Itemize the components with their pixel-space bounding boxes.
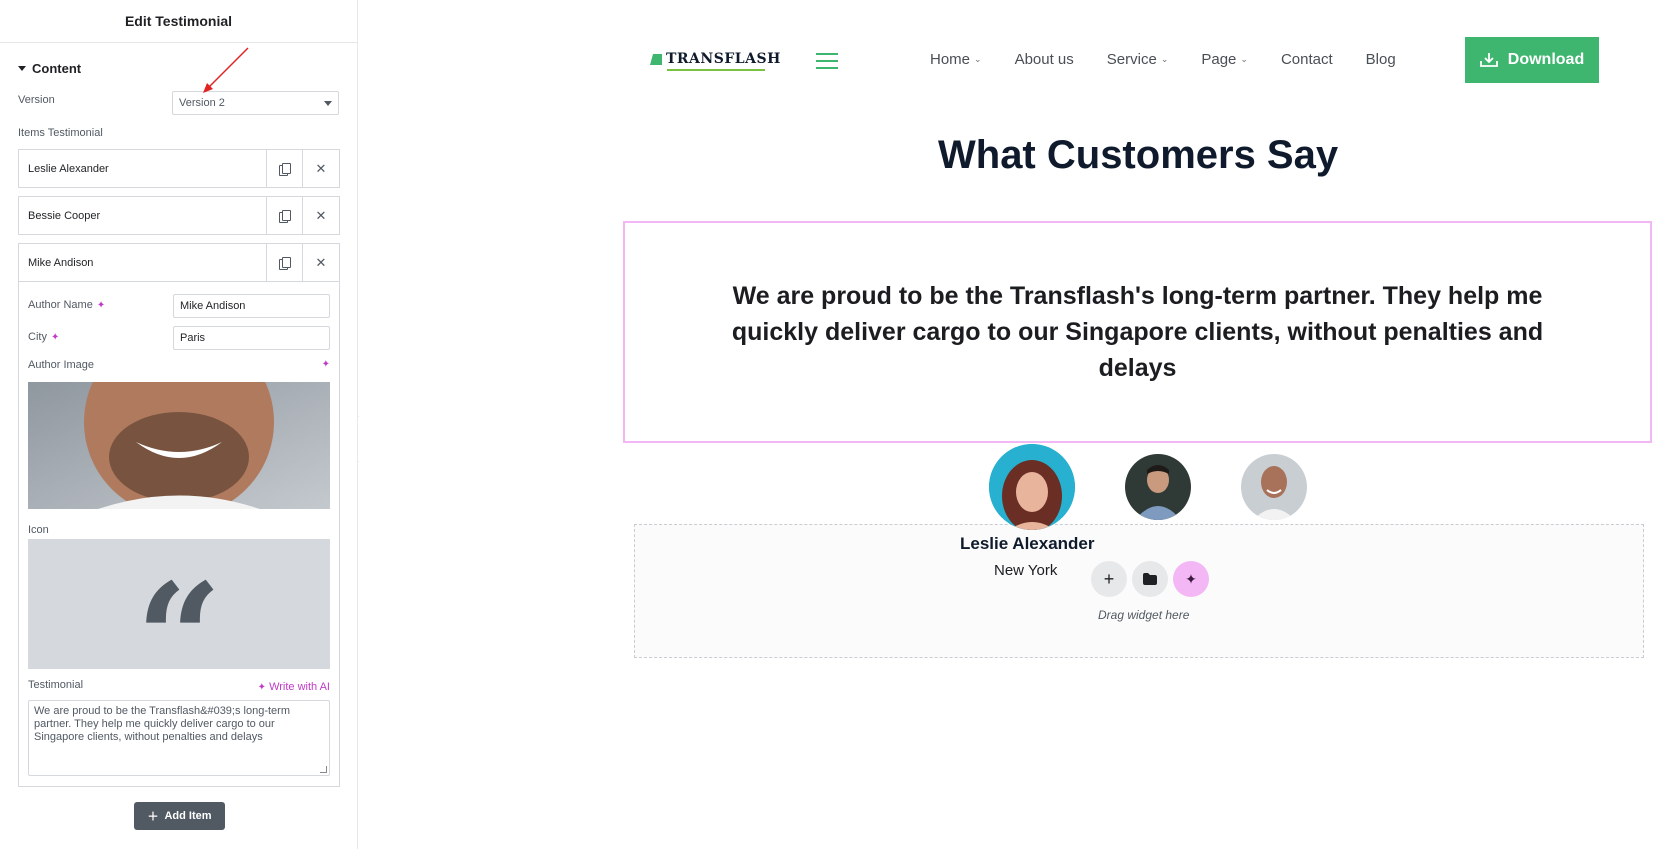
version-select-value: Version 2 — [179, 97, 225, 109]
repeater-item: Leslie Alexander ✕ — [18, 149, 340, 188]
repeater-item-title[interactable]: Leslie Alexander — [19, 150, 267, 187]
hamburger-menu-icon[interactable] — [816, 53, 838, 69]
copy-icon — [279, 209, 291, 223]
ai-sparkle-icon[interactable]: ✦ — [322, 359, 330, 370]
remove-button[interactable]: ✕ — [303, 197, 339, 234]
author-photo — [28, 382, 330, 509]
drop-zone-hint: Drag widget here — [1098, 608, 1190, 622]
repeater-item: Bessie Cooper ✕ — [18, 196, 340, 235]
logo-mark-icon — [650, 54, 662, 65]
editor-panel: Edit Testimonial Content Version Version… — [0, 0, 358, 849]
testimonial-text: We are proud to be the Transflash&#039;s… — [34, 705, 290, 743]
editor-app: Edit Testimonial Content Version Version… — [0, 0, 1676, 849]
author-name: Leslie Alexander — [960, 534, 1095, 553]
testimonial-quote: We are proud to be the Transflash's long… — [731, 282, 1544, 382]
add-item-button[interactable]: ＋ Add Item — [134, 802, 225, 830]
author-image-label: Author Image — [28, 359, 95, 371]
quote-icon: “ — [135, 551, 223, 727]
close-icon: ✕ — [315, 207, 327, 223]
icon-label: Icon — [28, 524, 49, 536]
repeater-item: Mike Andison ✕ — [18, 243, 340, 282]
site-logo[interactable]: TRANSFLASH — [649, 51, 781, 71]
nav-label: About us — [1014, 51, 1074, 68]
caret-down-icon — [18, 65, 26, 71]
resize-handle[interactable] — [320, 766, 327, 773]
nav-item-contact[interactable]: Contact — [1281, 51, 1333, 68]
chevron-down-icon: ⌄ — [1160, 54, 1169, 64]
ai-sparkle-icon[interactable]: ✦ — [51, 332, 59, 343]
remove-button[interactable]: ✕ — [303, 150, 339, 187]
download-label: Download — [1507, 51, 1585, 68]
dropdown-caret-icon — [324, 101, 332, 106]
nav-item-page[interactable]: Page ⌄ — [1201, 51, 1248, 68]
testimonial-textarea[interactable]: We are proud to be the Transflash&#039;s… — [28, 700, 330, 776]
download-icon — [1479, 53, 1498, 67]
testimonial-quote-box[interactable]: We are proud to be the Transflash's long… — [623, 221, 1652, 443]
panel-title: Edit Testimonial — [0, 0, 357, 43]
duplicate-button[interactable] — [267, 197, 303, 234]
repeater-item-title[interactable]: Bessie Cooper — [19, 197, 267, 234]
nav-label: Home — [930, 51, 971, 68]
avatar-mike[interactable] — [1241, 454, 1307, 520]
copy-icon — [279, 162, 291, 176]
ai-sparkle-icon[interactable]: ✦ — [97, 300, 105, 311]
repeater-item-title[interactable]: Mike Andison — [19, 244, 267, 281]
ai-sparkle-icon: ✦ — [1185, 570, 1197, 587]
logo-text: TRANSFLASH — [666, 51, 781, 67]
version-label: Version — [18, 94, 55, 106]
nav-item-about[interactable]: About us — [1015, 51, 1074, 68]
close-icon: ✕ — [315, 160, 327, 176]
ai-sparkle-icon: ✦ — [257, 681, 267, 693]
annotation-arrow — [203, 47, 249, 93]
nav-item-service[interactable]: Service ⌄ — [1107, 51, 1169, 68]
duplicate-button[interactable] — [267, 150, 303, 187]
write-with-ai-label: Write with AI — [269, 681, 330, 693]
author-city: New York — [994, 562, 1058, 579]
template-library-button[interactable] — [1132, 561, 1168, 597]
main-nav: Home ⌄ About us Service ⌄ Page ⌄ Contact… — [930, 51, 1396, 68]
author-name-label: Author Name ✦ — [28, 299, 105, 311]
avatar-bessie[interactable] — [1125, 454, 1191, 520]
chevron-down-icon: ⌄ — [1240, 54, 1248, 64]
plus-icon: + — [1103, 568, 1115, 589]
repeater-item-fields: Author Name ✦ Mike Andison City ✦ Paris … — [18, 282, 340, 787]
logo-underline — [667, 69, 765, 71]
close-icon: ✕ — [315, 254, 327, 270]
nav-label: Page — [1201, 51, 1237, 68]
city-label-text: City — [28, 331, 47, 343]
avatar-photo — [1125, 454, 1191, 520]
avatar-photo — [989, 444, 1075, 530]
folder-icon — [1143, 573, 1157, 585]
author-name-label-text: Author Name — [28, 299, 93, 311]
ai-generate-button[interactable]: ✦ — [1173, 561, 1209, 597]
add-section-button[interactable]: + — [1091, 561, 1127, 597]
content-section-toggle[interactable]: Content — [0, 51, 357, 85]
plus-icon: ＋ — [147, 811, 159, 823]
avatar-photo — [1241, 454, 1307, 520]
nav-label: Blog — [1365, 51, 1396, 68]
city-label: City ✦ — [28, 331, 59, 343]
add-item-label: Add Item — [164, 810, 212, 822]
city-input[interactable]: Paris — [173, 326, 330, 350]
write-with-ai-button[interactable]: ✦ Write with AI — [258, 681, 330, 693]
copy-icon — [279, 256, 291, 270]
section-heading: What Customers Say — [938, 133, 1339, 177]
nav-item-blog[interactable]: Blog — [1366, 51, 1396, 68]
items-testimonial-label: Items Testimonial — [18, 127, 103, 139]
author-name-input[interactable]: Mike Andison — [173, 294, 330, 318]
author-image-preview[interactable] — [28, 382, 330, 509]
duplicate-button[interactable] — [267, 244, 303, 281]
nav-label: Service — [1106, 51, 1157, 68]
remove-button[interactable]: ✕ — [303, 244, 339, 281]
section-label: Content — [32, 60, 82, 76]
testimonial-label: Testimonial — [28, 679, 84, 691]
icon-picker[interactable]: “ — [28, 539, 330, 714]
download-button[interactable]: Download — [1465, 37, 1599, 83]
nav-label: Contact — [1280, 51, 1333, 68]
page-preview: TRANSFLASH Home ⌄ About us Service ⌄ Pag… — [359, 0, 1676, 849]
chevron-down-icon: ⌄ — [974, 54, 982, 64]
nav-item-home[interactable]: Home ⌄ — [930, 51, 982, 68]
avatar-leslie[interactable] — [989, 444, 1075, 530]
